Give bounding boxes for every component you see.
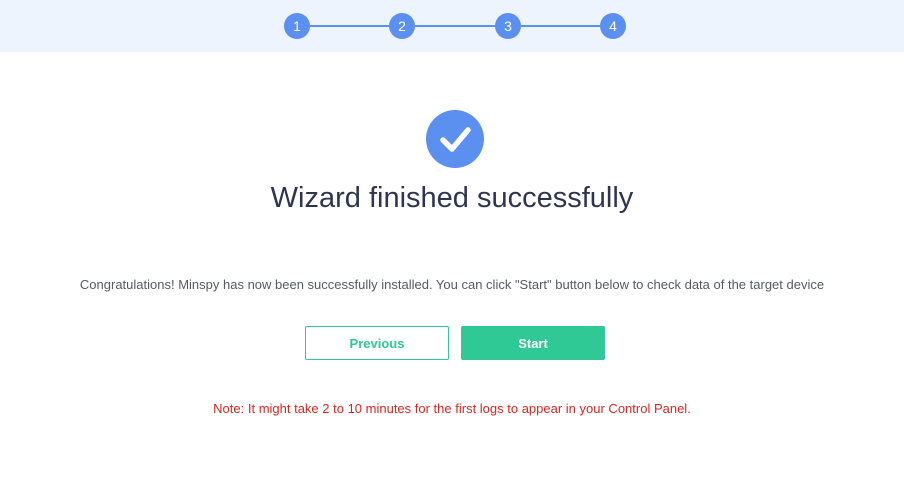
note-text: Note: It might take 2 to 10 minutes for … <box>213 401 691 416</box>
page-title: Wizard finished successfully <box>270 182 634 214</box>
start-button[interactable]: Start <box>461 326 605 360</box>
success-message: Congratulations! Minspy has now been suc… <box>79 277 825 292</box>
wizard-stepper: 1 2 3 4 <box>0 0 904 52</box>
checkmark-circle-icon <box>426 110 484 168</box>
step-4[interactable]: 4 <box>600 13 626 39</box>
step-2[interactable]: 2 <box>389 13 415 39</box>
step-connector-2-3 <box>415 25 496 27</box>
step-1[interactable]: 1 <box>284 13 310 39</box>
step-connector-1-2 <box>310 25 390 27</box>
step-connector-3-4 <box>521 25 601 27</box>
previous-button[interactable]: Previous <box>305 326 449 360</box>
step-3[interactable]: 3 <box>495 13 521 39</box>
